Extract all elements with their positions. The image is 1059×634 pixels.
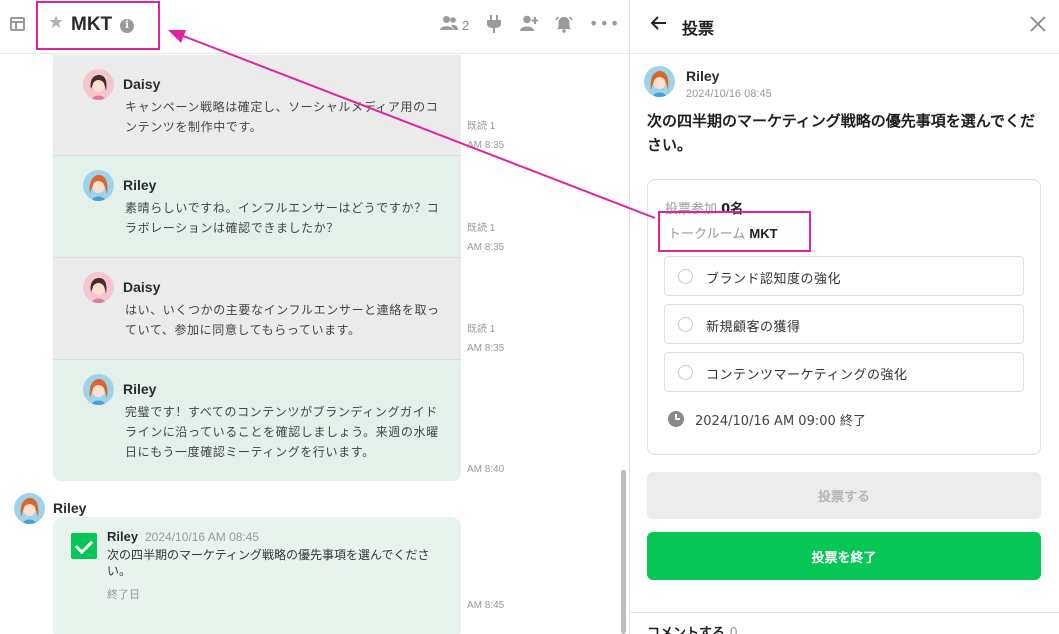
- more-icon[interactable]: •••: [589, 14, 620, 33]
- alarm-icon[interactable]: [555, 15, 573, 33]
- poll-panel: 投票 Riley 2024/10/16 08:45 次の四半期のマーケティング戦…: [629, 0, 1059, 634]
- message-text: 完璧です！すべてのコンテンツがブランディングガイドラインに沿っていることを確認し…: [125, 405, 439, 459]
- end-poll-button[interactable]: 投票を終了: [647, 532, 1041, 580]
- message-sender: Daisy: [123, 279, 161, 295]
- avatar[interactable]: [14, 493, 45, 524]
- message-text: 素晴らしいですね。インフルエンサーはどうですか？コラボレーションは確認できました…: [125, 201, 440, 235]
- message-meta: AM 8:40: [467, 460, 504, 479]
- members-icon[interactable]: [440, 15, 458, 31]
- message-text: はい、いくつかの主要なインフルエンサーと連絡を取っていて、参加に同意してもらって…: [125, 303, 440, 337]
- poll-card[interactable]: Riley 2024/10/16 AM 08:45 次の四半期のマーケティング戦…: [53, 517, 461, 634]
- chat-header: ★ MKT i 2 •••: [0, 0, 630, 54]
- avatar[interactable]: [83, 170, 114, 201]
- message-sender: Riley: [53, 500, 87, 516]
- info-icon[interactable]: i: [120, 19, 134, 33]
- message-sender: Daisy: [123, 76, 161, 92]
- radio-button[interactable]: [678, 317, 693, 332]
- message-time: AM 8:35: [467, 343, 505, 354]
- message-list: Daisy キャンペーン戦略は確定し、ソーシャルメディア用のコンテンツを制作中で…: [0, 55, 630, 634]
- add-user-icon[interactable]: [520, 15, 538, 31]
- vote-box: 投票参加 0名 トークルーム MKT ブランド認知度の強化 新規顧客の獲得 コン…: [647, 179, 1041, 455]
- message-time: AM 8:35: [467, 242, 505, 253]
- message-meta: 既読 1 AM 8:35: [467, 320, 504, 358]
- panel-header: 投票: [630, 0, 1059, 54]
- option-label: コンテンツマーケティングの強化: [706, 368, 908, 383]
- poll-date: 2024/10/16 08:45: [686, 88, 772, 100]
- option-label: 新規顧客の獲得: [706, 320, 801, 335]
- list-item: Riley 素晴らしいですね。インフルエンサーはどうですか？コラボレーションは確…: [53, 156, 461, 257]
- room-title-highlight: ★ MKT i: [36, 1, 160, 50]
- radio-button[interactable]: [678, 269, 693, 284]
- poll-author: Riley: [107, 529, 139, 544]
- back-arrow-icon[interactable]: [650, 13, 670, 37]
- avatar[interactable]: [83, 374, 114, 405]
- message-time: AM 8:35: [467, 140, 505, 151]
- message-meta: 既読 1 AM 8:35: [467, 117, 504, 155]
- vote-button[interactable]: 投票する: [647, 472, 1041, 519]
- radio-button[interactable]: [678, 365, 693, 380]
- read-receipt: 既読 1: [467, 324, 496, 335]
- message-meta: 既読 1 AM 8:35: [467, 219, 504, 257]
- poll-question: 次の四半期のマーケティング戦略の優先事項を選んでください。: [107, 548, 430, 578]
- close-icon[interactable]: [1030, 14, 1046, 36]
- room-title[interactable]: MKT: [71, 14, 112, 36]
- message-bubble-group: Daisy キャンペーン戦略は確定し、ソーシャルメディア用のコンテンツを制作中で…: [53, 55, 461, 155]
- message-text: キャンペーン戦略は確定し、ソーシャルメディア用のコンテンツを制作中です。: [125, 100, 439, 134]
- poll-question: 次の四半期のマーケティング戦略の優先事項を選んでください。: [647, 112, 1036, 154]
- read-receipt: 既読 1: [467, 121, 496, 132]
- divider: [630, 612, 1059, 613]
- room-value: MKT: [749, 226, 778, 241]
- poll-date: 2024/10/16 AM 08:45: [145, 530, 260, 544]
- layout-icon[interactable]: [10, 17, 25, 31]
- star-icon[interactable]: ★: [48, 13, 64, 33]
- poll-option[interactable]: コンテンツマーケティングの強化: [664, 352, 1024, 392]
- message-sender: Riley: [123, 177, 157, 193]
- poll-end-label: 終了日: [107, 588, 140, 601]
- comments-label: コメントする: [647, 626, 726, 634]
- comments-count: 0: [729, 626, 738, 634]
- room-info: トークルーム MKT: [668, 223, 778, 242]
- poll-option[interactable]: 新規顧客の獲得: [664, 304, 1024, 344]
- option-label: ブランド認知度の強化: [706, 272, 842, 287]
- comments-header[interactable]: コメントする 0: [647, 622, 738, 634]
- message-bubble-group: Riley 完璧です！すべてのコンテンツがブランディングガイドラインに沿っている…: [53, 360, 461, 481]
- avatar[interactable]: [83, 272, 114, 303]
- message-time: AM 8:40: [467, 464, 505, 475]
- list-item: Daisy はい、いくつかの主要なインフルエンサーと連絡を取っていて、参加に同意…: [53, 258, 461, 359]
- scrollbar-thumb[interactable]: [621, 470, 626, 634]
- panel-title: 投票: [682, 19, 715, 38]
- poll-check-icon: [71, 533, 97, 559]
- avatar[interactable]: [644, 66, 675, 97]
- message-meta: AM 8:45: [467, 596, 504, 615]
- room-label: トークルーム: [668, 227, 746, 242]
- members-count[interactable]: 2: [462, 18, 469, 33]
- poll-author: Riley: [686, 68, 720, 84]
- message-bubble-group: Daisy はい、いくつかの主要なインフルエンサーと連絡を取っていて、参加に同意…: [53, 258, 461, 359]
- poll-option[interactable]: ブランド認知度の強化: [664, 256, 1024, 296]
- message-sender: Riley: [123, 381, 157, 397]
- chat-pane: ★ MKT i 2 ••• Daisy キャンペーン戦略は確定し、ソーシャルメデ…: [0, 0, 630, 634]
- message-bubble-group: Riley 素晴らしいですね。インフルエンサーはどうですか？コラボレーションは確…: [53, 156, 461, 257]
- avatar[interactable]: [83, 69, 114, 100]
- clock-icon: [668, 411, 684, 427]
- deadline-text: 2024/10/16 AM 09:00 終了: [695, 414, 866, 429]
- message-time: AM 8:45: [467, 600, 505, 611]
- room-highlight: トークルーム MKT: [658, 211, 811, 252]
- list-item: Riley 完璧です！すべてのコンテンツがブランディングガイドラインに沿っている…: [53, 360, 461, 481]
- read-receipt: 既読 1: [467, 223, 496, 234]
- list-item: Daisy キャンペーン戦略は確定し、ソーシャルメディア用のコンテンツを制作中で…: [53, 55, 461, 155]
- plug-icon[interactable]: [487, 15, 501, 33]
